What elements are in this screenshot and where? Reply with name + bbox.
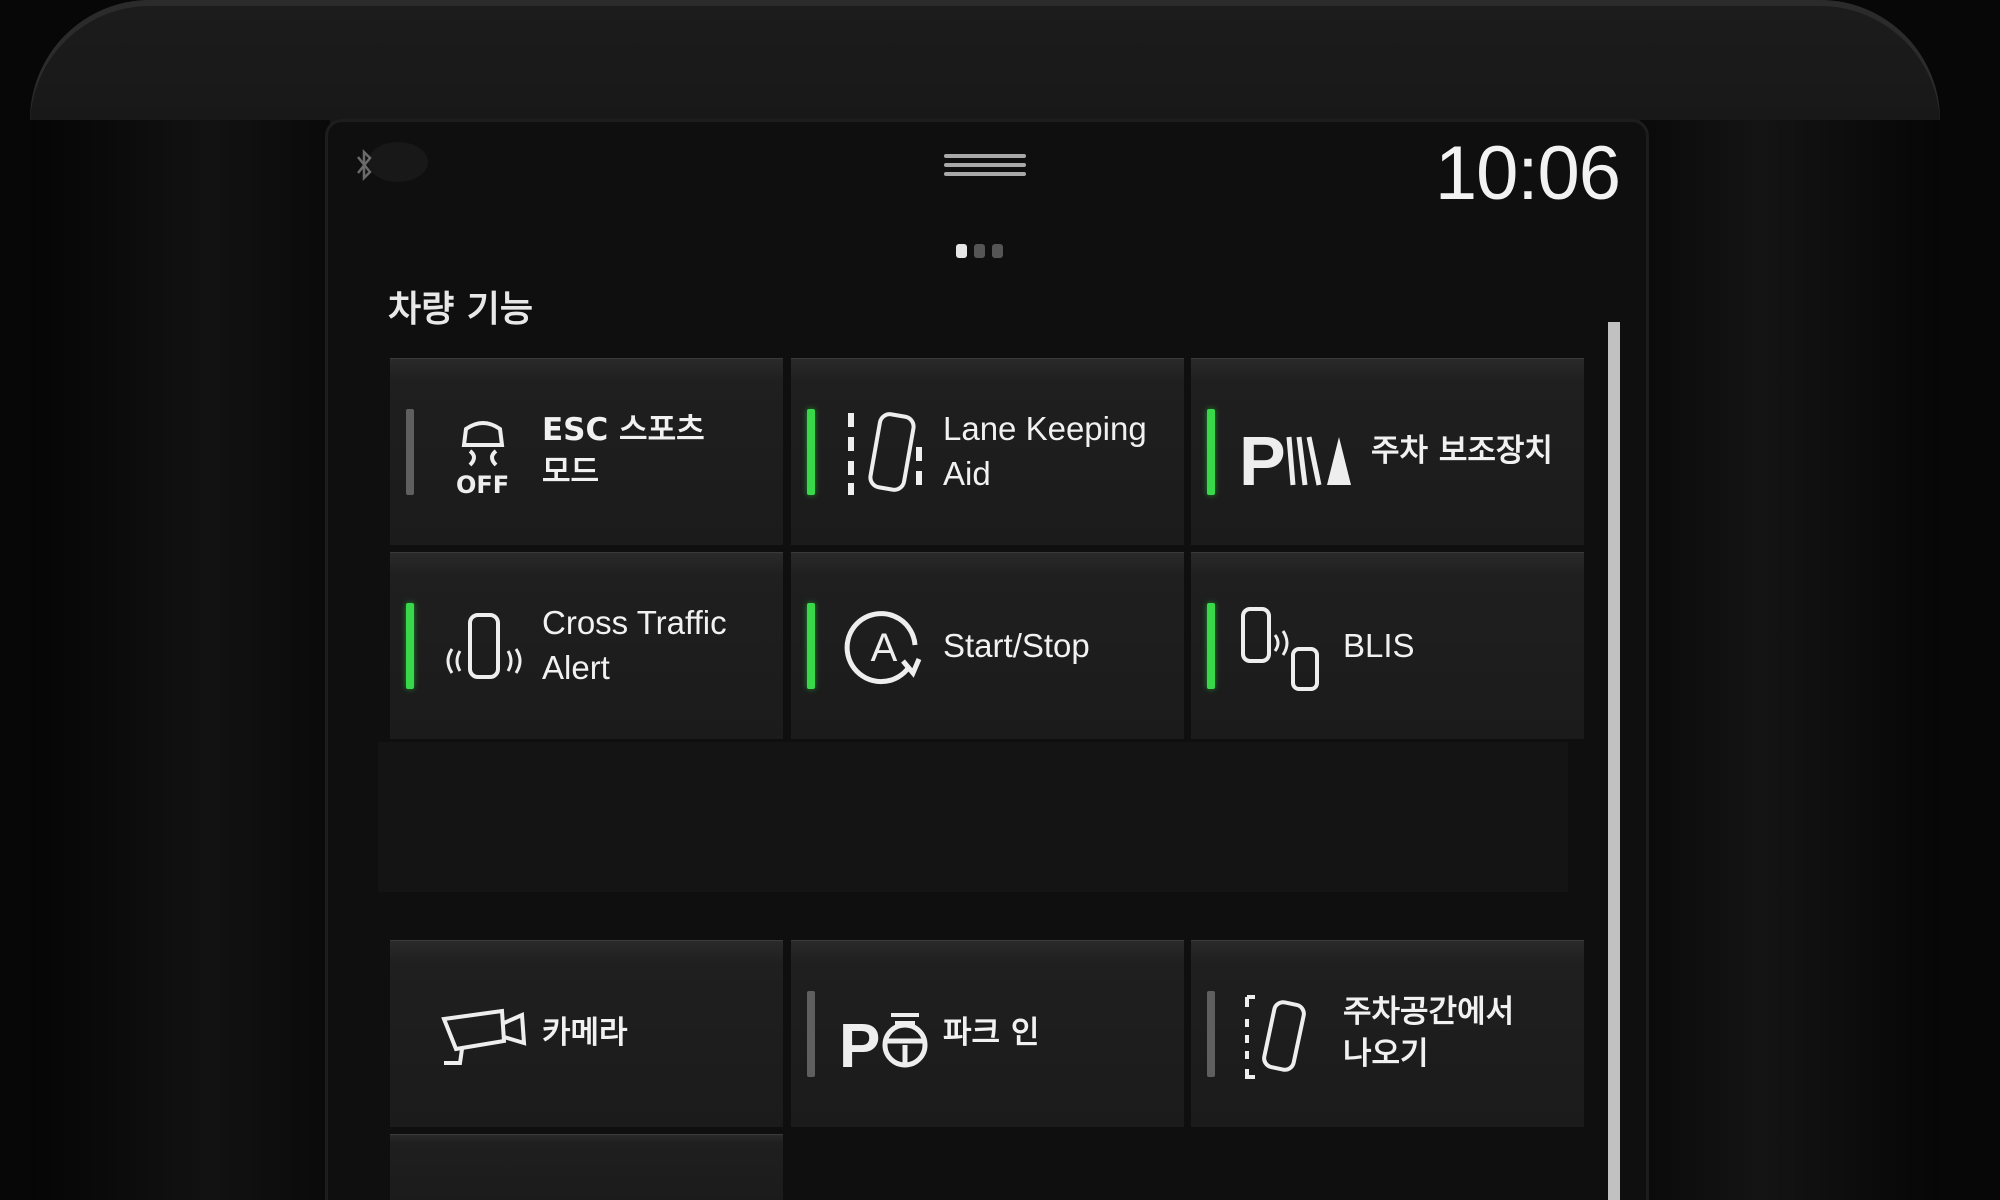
tile-park-out[interactable]: 주차공간에서 나오기 xyxy=(1191,940,1584,1127)
tile-camera[interactable]: 카메라 xyxy=(390,940,783,1127)
status-indicator xyxy=(406,409,414,495)
tile-label: Cross Traffic Alert xyxy=(542,604,727,686)
park-in-icon: P xyxy=(839,1012,928,1079)
status-indicator xyxy=(406,603,414,689)
cross-traffic-icon xyxy=(446,613,522,679)
tile-label: 주차 보조장치 xyxy=(1371,433,1553,470)
page-dot-3 xyxy=(992,244,1003,258)
park-assist-icon: P xyxy=(1239,422,1351,497)
status-indicator xyxy=(1207,603,1215,689)
tile-label: Lane Keeping Aid xyxy=(943,410,1147,492)
status-indicator xyxy=(807,991,815,1077)
svg-text:P: P xyxy=(839,1012,880,1079)
tile-blis[interactable]: BLIS xyxy=(1191,552,1584,739)
center-display: 10:06 차량 기능 OFF ESC 스포츠 모드 Lane Keeping … xyxy=(328,122,1646,1200)
page-indicator xyxy=(956,243,1010,259)
status-indicator xyxy=(1207,409,1215,495)
blis-icon xyxy=(1241,607,1319,691)
tile-esc-sport[interactable]: OFF ESC 스포츠 모드 xyxy=(390,358,783,545)
tile-lane-keeping-aid[interactable]: Lane Keeping Aid xyxy=(791,358,1184,545)
section-title: 차량 기능 xyxy=(388,289,534,330)
scrollbar[interactable] xyxy=(1608,322,1620,1200)
tile-park-in[interactable]: P 파크 인 xyxy=(791,940,1184,1127)
tile-label: 파크 인 xyxy=(943,1015,1040,1052)
top-menu-handle[interactable] xyxy=(944,154,1026,178)
tile-label: ESC 스포츠 모드 xyxy=(542,412,705,490)
status-indicator xyxy=(807,603,815,689)
park-out-icon xyxy=(1245,995,1306,1079)
start-stop-icon: A xyxy=(844,611,922,685)
status-indicator xyxy=(1207,991,1215,1077)
bezel-left xyxy=(30,120,330,1200)
svg-text:OFF: OFF xyxy=(456,471,509,497)
tile-partial[interactable] xyxy=(390,1134,783,1200)
tile-park-assist[interactable]: P 주차 보조장치 xyxy=(1191,358,1584,545)
page-dot-2 xyxy=(974,244,985,258)
esc-off-icon: OFF xyxy=(456,421,509,497)
status-indicator xyxy=(807,409,815,495)
clock: 10:06 xyxy=(1434,131,1621,216)
tile-label: 카메라 xyxy=(542,1015,628,1052)
bezel-right xyxy=(1640,120,1940,1200)
tile-label: Start/Stop xyxy=(943,626,1090,664)
tile-cross-traffic-alert[interactable]: Cross Traffic Alert xyxy=(390,552,783,739)
tile-start-stop[interactable]: A Start/Stop xyxy=(791,552,1184,739)
empty-row xyxy=(378,742,1568,892)
svg-text:P: P xyxy=(1239,422,1286,497)
lane-keeping-icon xyxy=(848,412,922,495)
tile-label: 주차공간에서 나오기 xyxy=(1343,994,1515,1072)
screen-reflection xyxy=(368,142,428,182)
page-dot-1 xyxy=(956,244,967,258)
camera-icon xyxy=(441,1008,527,1065)
svg-text:A: A xyxy=(871,626,898,670)
tile-label: BLIS xyxy=(1343,626,1415,664)
status-bar: 10:06 xyxy=(328,122,1646,232)
